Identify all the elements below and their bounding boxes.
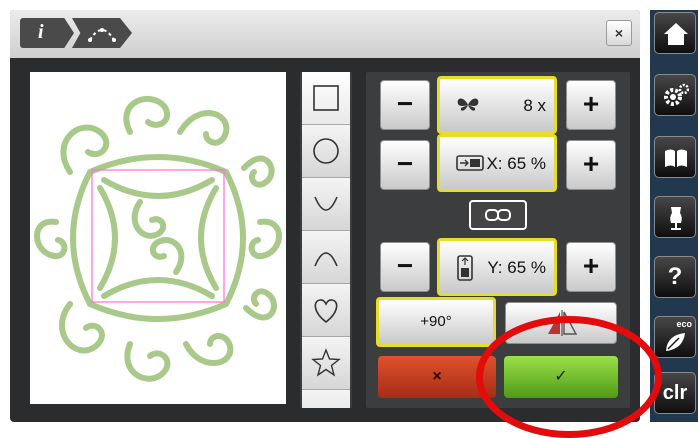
stitch-path-tab[interactable]	[72, 18, 132, 48]
rotate-button[interactable]: +90°	[376, 297, 496, 347]
home-icon	[664, 23, 688, 45]
shape-arc-up-button[interactable]	[302, 231, 350, 284]
shape-selector	[300, 72, 352, 408]
star-icon	[311, 348, 341, 377]
x-value-button[interactable]: X: 65 %	[437, 134, 557, 192]
x-plus-button[interactable]: +	[566, 140, 616, 190]
book-icon	[665, 149, 687, 167]
y-minus-button[interactable]: −	[380, 242, 430, 292]
height-icon	[457, 255, 473, 281]
title-bar: i	[10, 10, 640, 58]
consultant-button[interactable]	[654, 196, 696, 238]
shape-circle-button[interactable]	[302, 125, 350, 178]
heart-icon	[314, 299, 338, 324]
curve-dots-icon	[88, 28, 116, 42]
arc-up-icon	[314, 252, 338, 267]
y-plus-button[interactable]: +	[566, 242, 616, 292]
y-value: Y: 65 %	[487, 258, 546, 277]
close-button[interactable]: ×	[606, 20, 632, 46]
shape-star-button[interactable]	[302, 337, 350, 390]
shape-heart-button[interactable]	[302, 284, 350, 337]
chevron-up-icon	[325, 407, 327, 408]
embroidery-pattern	[34, 95, 282, 382]
scroll-more-button[interactable]	[302, 390, 350, 408]
shape-square-button[interactable]	[302, 72, 350, 125]
count-value: 8 x	[523, 96, 546, 115]
highlight-annotation	[476, 316, 662, 438]
design-preview[interactable]	[30, 72, 286, 404]
count-plus-button[interactable]: +	[566, 80, 616, 130]
shape-arc-down-button[interactable]	[302, 178, 350, 231]
info-tab[interactable]: i	[20, 18, 74, 48]
link-proportions-button[interactable]	[469, 200, 527, 230]
eco-label: eco	[676, 319, 692, 329]
butterfly-icon	[457, 98, 479, 111]
square-icon	[313, 85, 339, 111]
arc-down-icon	[314, 196, 338, 211]
circle-icon	[313, 138, 339, 164]
width-icon	[456, 155, 484, 171]
count-value-button[interactable]: 8 x	[437, 76, 557, 134]
eco-button[interactable]: eco	[654, 316, 696, 358]
dress-form-icon	[670, 207, 682, 230]
tutorial-button[interactable]	[654, 136, 696, 178]
settings-button[interactable]	[654, 74, 696, 116]
x-value: X: 65 %	[486, 154, 546, 173]
link-icon	[485, 209, 511, 221]
x-minus-button[interactable]: −	[380, 140, 430, 190]
count-minus-button[interactable]: −	[380, 80, 430, 130]
leaf-icon	[666, 333, 685, 351]
home-button[interactable]	[654, 12, 696, 54]
gears-icon	[664, 83, 689, 106]
y-value-button[interactable]: Y: 65 %	[437, 238, 557, 296]
help-button[interactable]: ?	[654, 256, 696, 298]
info-label: i	[38, 21, 44, 43]
